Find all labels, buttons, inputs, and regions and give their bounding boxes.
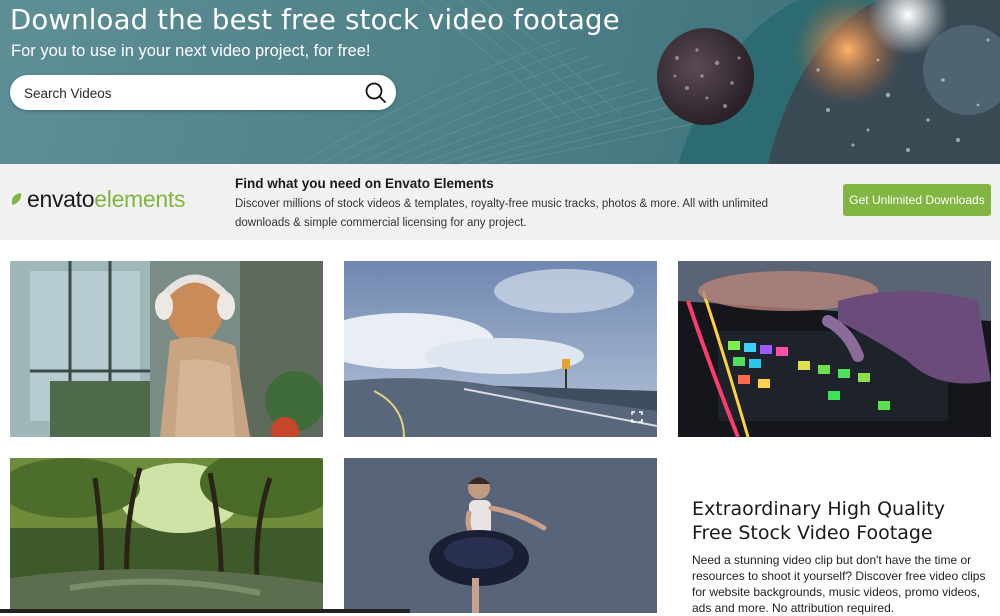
hero-banner: Download the best free stock video foota… bbox=[0, 0, 1000, 164]
get-unlimited-downloads-button[interactable]: Get Unlimited Downloads bbox=[843, 184, 991, 216]
video-thumbnail[interactable] bbox=[344, 261, 657, 437]
logo-text-elements: elements bbox=[94, 185, 186, 212]
section-description: Need a stunning video clip but don't hav… bbox=[692, 553, 986, 615]
banner-title: Find what you need on Envato Elements bbox=[235, 176, 494, 191]
video-progress-bar bbox=[0, 609, 410, 613]
hero-subtitle: For you to use in your next video projec… bbox=[11, 42, 371, 60]
hero-title: Download the best free stock video foota… bbox=[10, 4, 620, 36]
video-thumbnail[interactable] bbox=[10, 261, 323, 437]
video-thumbnail[interactable] bbox=[678, 261, 991, 437]
fullscreen-icon[interactable] bbox=[631, 411, 643, 423]
leaf-icon bbox=[11, 193, 22, 205]
logo-text-envato: envato bbox=[27, 185, 95, 212]
video-thumbnail[interactable] bbox=[344, 458, 657, 613]
section-heading-line2: Free Stock Video Footage bbox=[692, 522, 933, 544]
search-icon[interactable] bbox=[364, 81, 388, 105]
hero-raindrops-circle-image bbox=[657, 28, 754, 125]
envato-elements-logo[interactable]: envato elements bbox=[10, 185, 186, 212]
search-box bbox=[10, 75, 396, 110]
section-heading-line1: Extraordinary High Quality bbox=[692, 498, 945, 520]
banner-description: Discover millions of stock videos & temp… bbox=[235, 198, 769, 229]
search-input[interactable] bbox=[22, 82, 346, 104]
section-heading: Extraordinary High Quality Free Stock Vi… bbox=[692, 497, 992, 545]
video-thumbnail[interactable] bbox=[10, 458, 323, 613]
